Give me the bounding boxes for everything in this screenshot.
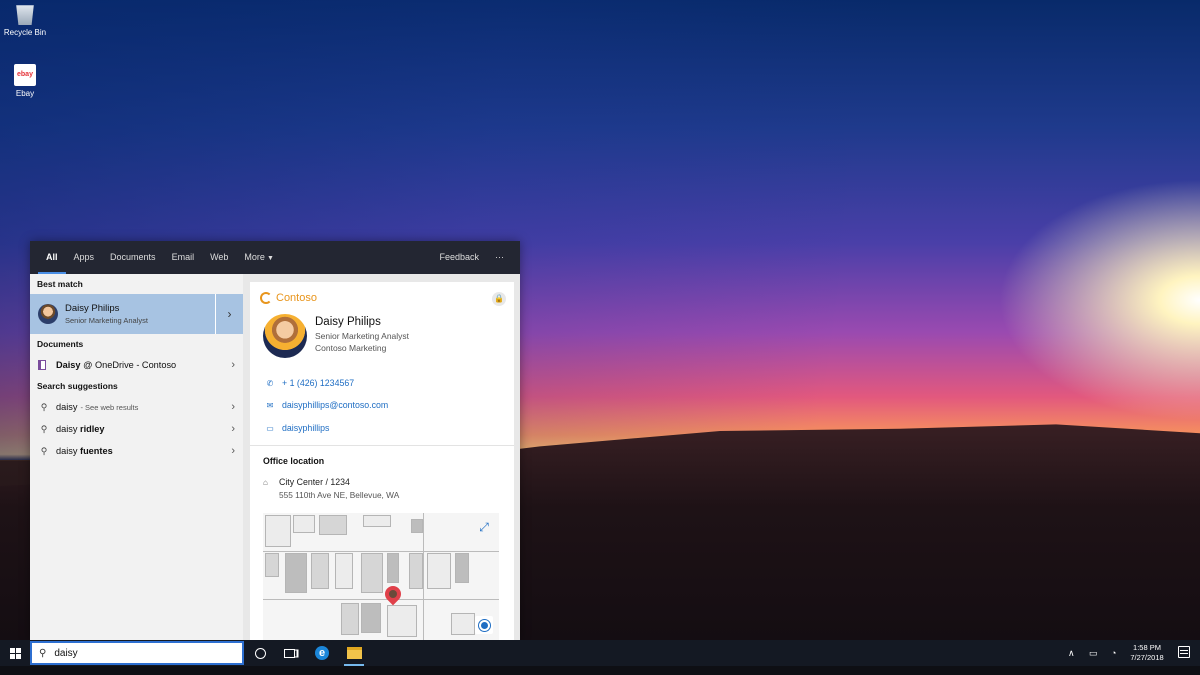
office-location-heading: Office location xyxy=(263,456,325,466)
profile-card: Contoso 🔒 Daisy Philips Senior Marketing… xyxy=(250,282,514,641)
desktop-icon-label: Recycle Bin xyxy=(3,28,47,37)
detail-pane: Contoso 🔒 Daisy Philips Senior Marketing… xyxy=(243,274,520,641)
document-result[interactable]: Daisy @ OneDrive - Contoso › xyxy=(30,354,243,376)
desktop-icon-label: Ebay xyxy=(15,89,35,98)
chevron-right-icon[interactable]: › xyxy=(231,445,235,457)
windows-logo-icon xyxy=(9,647,21,659)
profile-name: Daisy Philips xyxy=(315,316,381,328)
desktop-icon-recycle-bin[interactable]: Recycle Bin xyxy=(0,3,50,37)
tab-documents[interactable]: Documents xyxy=(102,241,164,274)
cortana-icon xyxy=(254,647,266,659)
clock-date: 7/27/2018 xyxy=(1130,653,1164,662)
email-link[interactable]: ✉ daisyphillips@contoso.com xyxy=(265,400,389,410)
tab-all[interactable]: All xyxy=(38,241,66,274)
tab-email[interactable]: Email xyxy=(164,241,203,274)
search-icon: ⚲ xyxy=(40,423,48,434)
suggestion-item[interactable]: ⚲ daisy ridley › xyxy=(30,418,243,440)
section-heading-suggestions: Search suggestions xyxy=(37,381,118,391)
chevron-up-icon: ∧ xyxy=(1068,647,1075,658)
profile-department: Contoso Marketing xyxy=(315,343,387,353)
card-divider xyxy=(250,445,514,446)
chevron-right-icon[interactable]: › xyxy=(231,401,235,413)
clock-time: 1:58 PM xyxy=(1133,643,1161,652)
show-hidden-icons-button[interactable]: ∧ xyxy=(1068,640,1075,666)
suggestion-item[interactable]: ⚲ daisy - See web results › xyxy=(30,396,243,418)
section-heading-best-match: Best match xyxy=(37,279,83,289)
chat-icon: ▭ xyxy=(266,423,274,433)
start-button[interactable] xyxy=(0,640,30,666)
recycle-bin-icon xyxy=(16,5,34,25)
expand-map-icon[interactable]: ⤢ xyxy=(475,520,493,538)
avatar xyxy=(263,314,307,358)
office-street: 555 110th Ave NE, Bellevue, WA xyxy=(279,490,400,500)
lock-icon: 🔒 xyxy=(492,292,506,306)
phone-link[interactable]: ✆ + 1 (426) 1234567 xyxy=(265,378,355,388)
locate-me-icon[interactable] xyxy=(475,616,493,634)
search-filter-tabs: All Apps Documents Email Web More ▼ Feedb… xyxy=(30,241,520,274)
more-options-button[interactable]: ··· xyxy=(487,241,512,274)
edge-icon: e xyxy=(315,646,329,660)
taskbar-search-box[interactable]: ⚲ xyxy=(30,641,244,665)
onenote-document-icon xyxy=(38,360,46,370)
edge-button[interactable]: e xyxy=(312,644,332,662)
tab-web[interactable]: Web xyxy=(202,241,236,274)
battery-icon: ▭ xyxy=(1089,647,1098,658)
section-heading-documents: Documents xyxy=(37,339,84,349)
best-match-result[interactable]: Daisy Philips Senior Marketing Analyst › xyxy=(30,294,243,334)
brand-name: Contoso xyxy=(276,292,317,304)
chat-link[interactable]: ▭ daisyphillips xyxy=(265,423,329,433)
profile-title: Senior Marketing Analyst xyxy=(315,331,410,341)
office-room: City Center / 1234 xyxy=(279,477,350,487)
phone-icon: ✆ xyxy=(266,378,274,388)
desktop-icon-ebay[interactable]: ebay Ebay xyxy=(0,64,50,98)
expand-arrow-button[interactable]: › xyxy=(215,294,243,334)
building-icon: ⌂ xyxy=(263,478,268,487)
file-explorer-button[interactable] xyxy=(344,644,364,662)
search-icon: ⚲ xyxy=(40,445,48,456)
brand-header: Contoso xyxy=(260,292,317,304)
search-icon: ⚲ xyxy=(40,401,48,412)
action-center-icon[interactable] xyxy=(1178,646,1190,658)
tab-apps[interactable]: Apps xyxy=(66,241,103,274)
results-list: Best match Daisy Philips Senior Marketin… xyxy=(30,274,243,641)
search-panel: All Apps Documents Email Web More ▼ Feedb… xyxy=(30,241,520,641)
contoso-logo-icon xyxy=(260,292,272,304)
caret-down-icon: ▼ xyxy=(266,255,274,262)
cortana-button[interactable] xyxy=(250,644,270,662)
suggestion-item[interactable]: ⚲ daisy fuentes › xyxy=(30,440,243,462)
folder-icon xyxy=(346,647,362,659)
feedback-button[interactable]: Feedback xyxy=(431,241,487,274)
chevron-right-icon[interactable]: › xyxy=(231,359,235,371)
battery-button[interactable]: ▭ xyxy=(1089,640,1098,666)
chevron-right-icon: › xyxy=(227,307,232,321)
tab-more-label: More xyxy=(244,252,265,262)
search-input[interactable] xyxy=(54,647,205,659)
task-view-icon xyxy=(283,648,295,658)
location-pin-icon xyxy=(381,582,405,606)
office-floor-map[interactable]: ⤢ xyxy=(263,513,499,641)
screen-bottom-edge xyxy=(0,666,1200,675)
chevron-right-icon[interactable]: › xyxy=(231,423,235,435)
mail-icon: ✉ xyxy=(266,400,274,410)
wifi-icon: ◔ xyxy=(1111,648,1117,658)
profile-header: Daisy Philips Senior Marketing Analyst C… xyxy=(263,314,409,358)
ebay-icon: ebay xyxy=(14,64,36,86)
network-button[interactable]: ◔ xyxy=(1111,640,1116,666)
suggestion-hint: - See web results xyxy=(80,402,139,412)
avatar xyxy=(38,304,58,324)
tab-more[interactable]: More ▼ xyxy=(236,241,281,274)
task-view-button[interactable] xyxy=(279,644,299,662)
office-address: ⌂ City Center / 1234 555 110th Ave NE, B… xyxy=(263,477,399,500)
clock[interactable]: 1:58 PM 7/27/2018 xyxy=(1124,643,1170,663)
search-icon: ⚲ xyxy=(39,647,47,659)
